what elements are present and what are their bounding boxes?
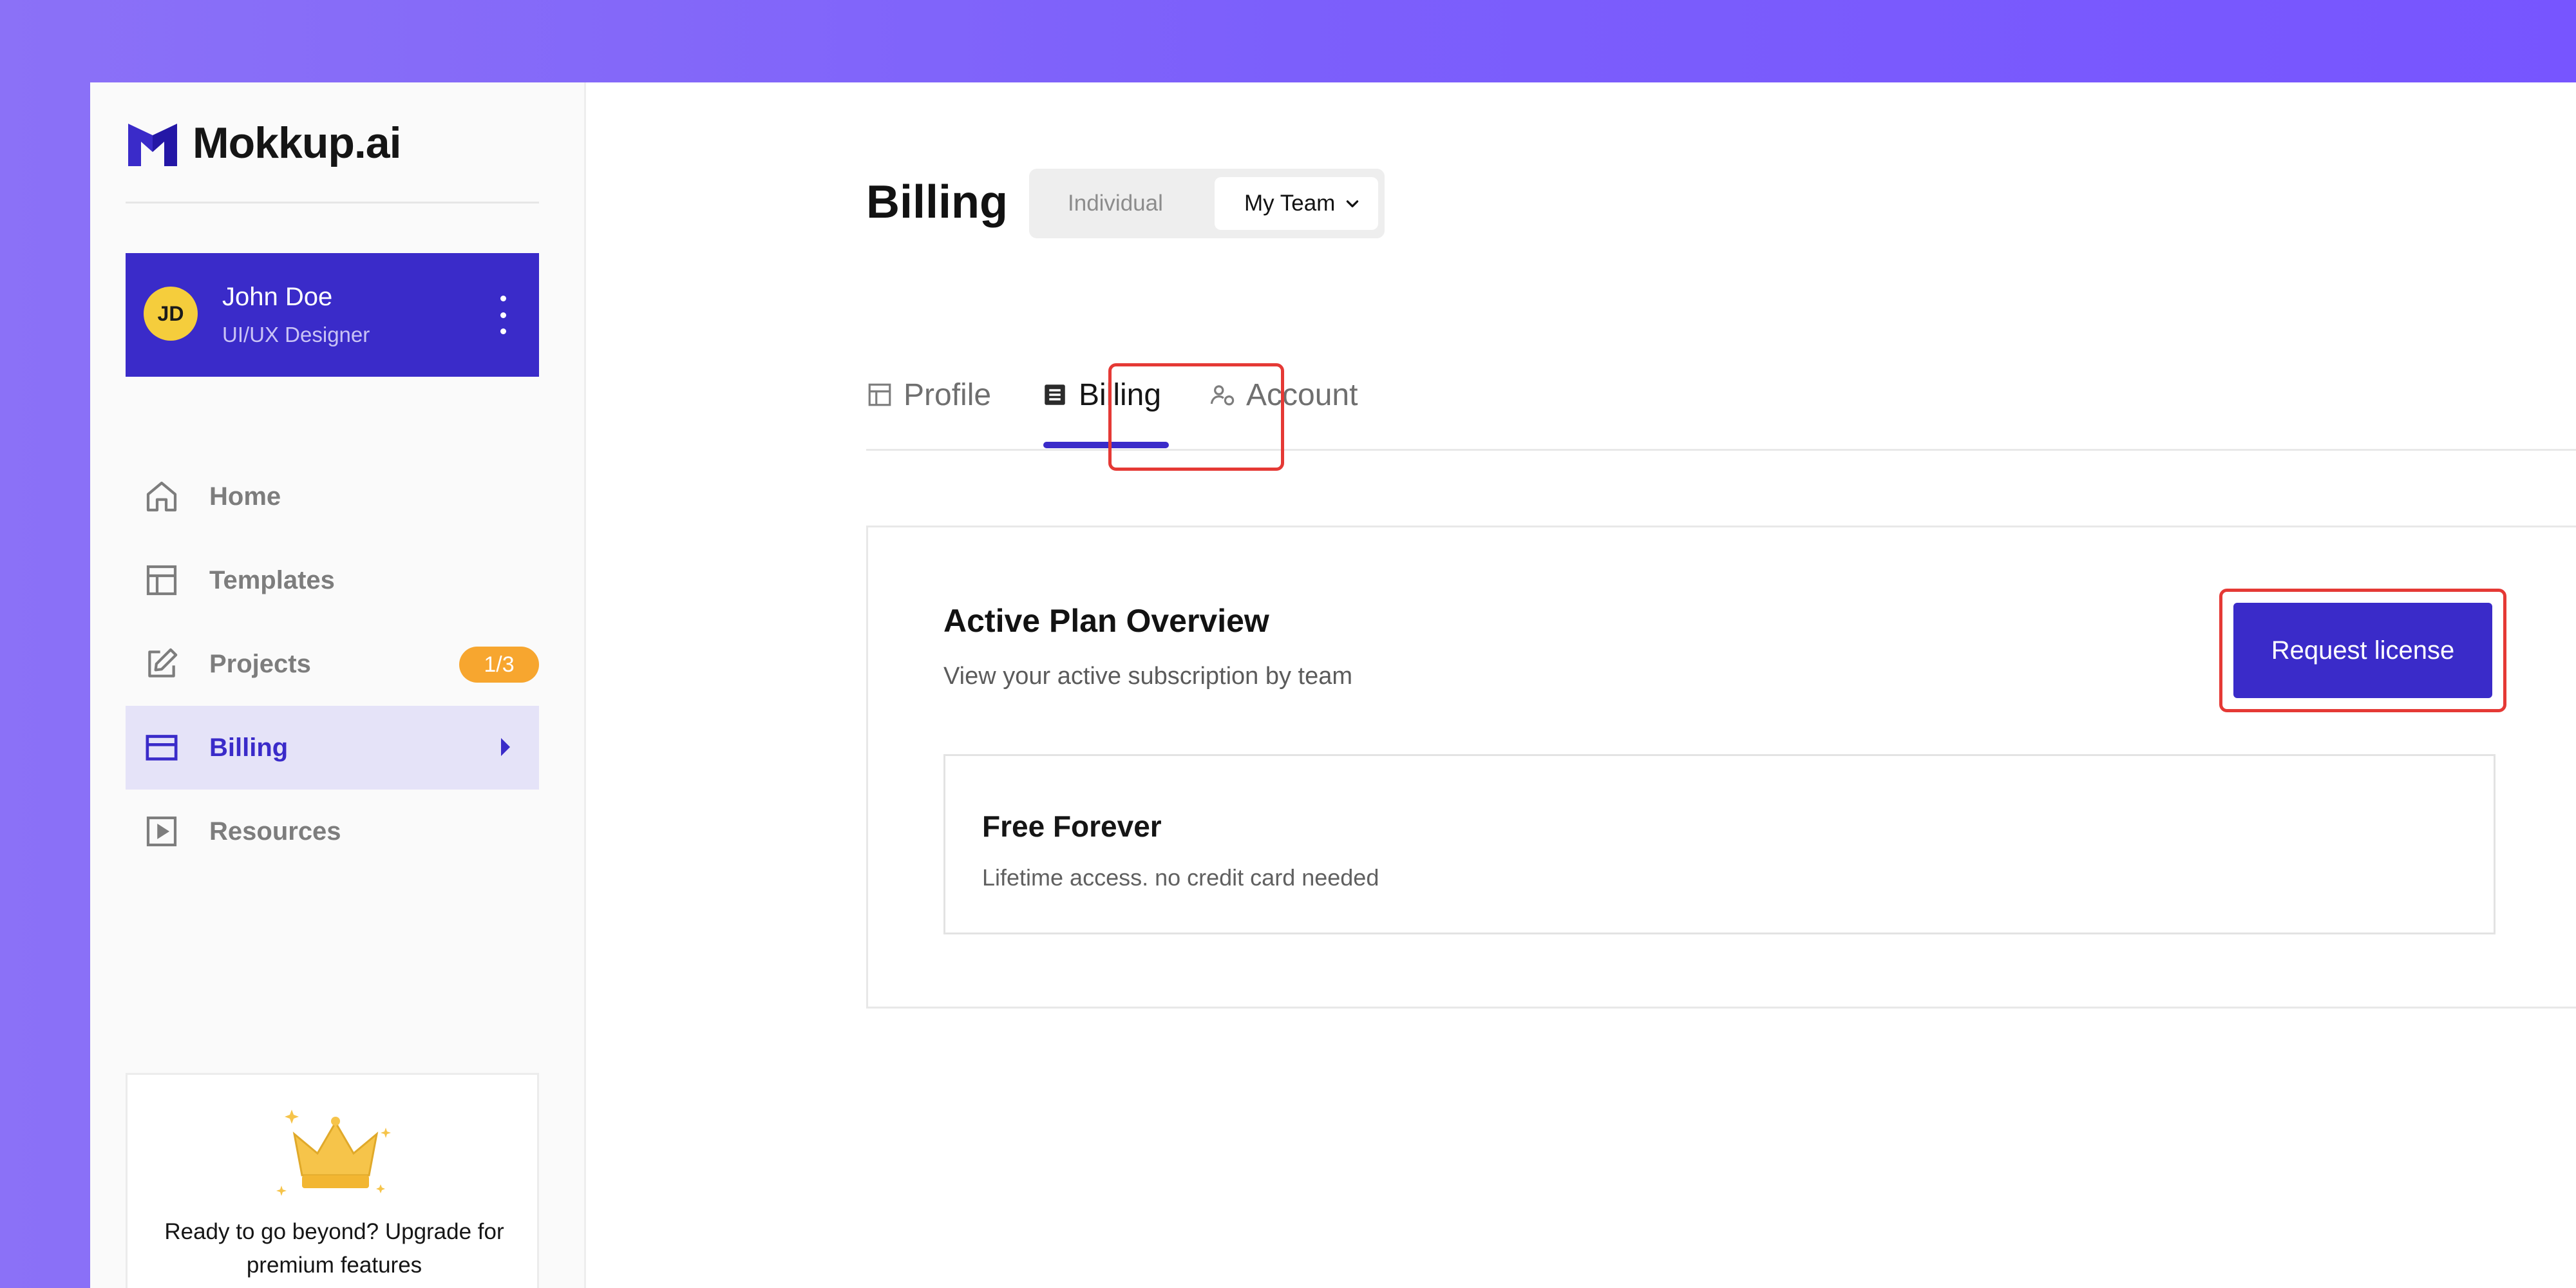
divider: [126, 202, 539, 204]
team-dropdown-label: My Team: [1244, 191, 1336, 216]
avatar: JD: [144, 287, 198, 341]
toggle-individual[interactable]: Individual: [1068, 169, 1163, 238]
sidebar-item-label: Templates: [209, 565, 335, 594]
plan-item[interactable]: Free Forever Lifetime access. no credit …: [943, 754, 2496, 934]
edit-icon: [148, 648, 178, 677]
user-card[interactable]: JD John Doe UI/UX Designer: [126, 253, 539, 377]
billing-tab-highlight: [1108, 363, 1284, 471]
layout-icon: [868, 383, 891, 406]
more-vertical-icon[interactable]: [499, 296, 507, 334]
user-role: UI/UX Designer: [222, 323, 370, 346]
credit-card-icon: [146, 735, 178, 761]
home-icon: [146, 481, 177, 512]
caret-right-icon: [501, 738, 510, 756]
mokkup-logo-icon: [128, 124, 177, 166]
sidebar: Mokkup.ai JD John Doe UI/UX Designer Hom…: [90, 82, 586, 1288]
projects-count-badge: 1/3: [459, 647, 539, 683]
page-title: Billing: [866, 176, 1008, 228]
play-box-icon: [146, 816, 177, 847]
sidebar-item-projects[interactable]: Projects 1/3: [126, 622, 539, 706]
scope-toggle: Individual My Team: [1029, 169, 1385, 238]
sidebar-item-label: Projects: [209, 649, 311, 678]
sidebar-item-label: Billing: [209, 733, 289, 762]
plan-name: Free Forever: [982, 810, 1162, 843]
layout-icon: [146, 565, 177, 596]
sidebar-item-home[interactable]: Home: [126, 455, 539, 538]
plan-description: Lifetime access. no credit card needed: [982, 864, 1379, 891]
tab-profile[interactable]: Profile: [866, 359, 991, 451]
active-plan-card: Active Plan Overview View your active su…: [866, 526, 2576, 1009]
logo[interactable]: Mokkup.ai: [126, 116, 401, 170]
main-content: Billing Individual My Team Profile Billi…: [586, 82, 2576, 1288]
crown-icon: [276, 1110, 391, 1196]
tab-label: Profile: [904, 377, 992, 412]
document-icon: [1045, 384, 1065, 405]
request-license-highlight: [2219, 589, 2506, 712]
team-dropdown[interactable]: My Team: [1215, 177, 1378, 230]
upgrade-text: Ready to go beyond? Upgrade for premium …: [164, 1219, 504, 1278]
user-name: John Doe: [222, 283, 333, 311]
sidebar-item-billing[interactable]: Billing: [126, 706, 539, 790]
upgrade-card[interactable]: Ready to go beyond? Upgrade for premium …: [126, 1073, 539, 1288]
sidebar-item-resources[interactable]: Resources: [126, 790, 539, 873]
card-title: Active Plan Overview: [943, 603, 1269, 639]
chevron-down-icon: [1347, 200, 1359, 207]
app-window: Mokkup.ai JD John Doe UI/UX Designer Hom…: [90, 82, 2576, 1288]
sidebar-item-templates[interactable]: Templates: [126, 538, 539, 622]
sidebar-item-label: Resources: [209, 817, 341, 846]
brand-name: Mokkup.ai: [193, 118, 401, 167]
sidebar-item-label: Home: [209, 482, 281, 511]
card-subtitle: View your active subscription by team: [943, 663, 1353, 690]
